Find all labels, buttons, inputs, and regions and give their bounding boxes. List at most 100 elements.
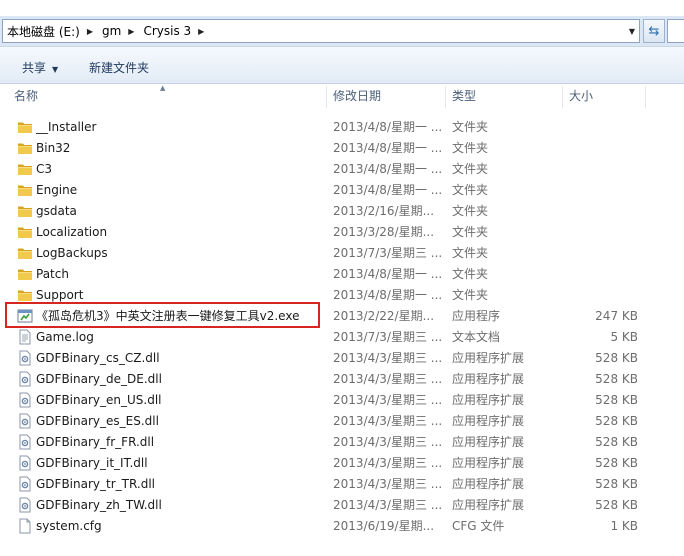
address-history-dropdown-icon[interactable]: ▼ [629,27,635,36]
file-type: 文件夹 [452,288,489,302]
file-modified-date: 2013/7/3/星期三 ... [333,246,441,260]
file-row[interactable]: Localization 2013/3/28/星期... 文件夹 [0,222,684,243]
refresh-button[interactable]: ⇆ [643,19,665,43]
file-type: 应用程序扩展 [452,456,525,470]
file-name: Bin32 [36,141,71,155]
dll-icon [17,434,33,450]
column-header-size[interactable]: 大小 [563,84,645,109]
file-name: Engine [36,183,78,197]
cfg-file-icon [17,518,33,534]
file-size: 5 KB [610,330,638,344]
file-row[interactable]: GDFBinary_es_ES.dll 2013/4/3/星期三 ... 应用程序扩… [0,411,684,432]
file-row[interactable]: Game.log 2013/7/3/星期三 ... 文本文档 5 KB [0,327,684,348]
file-size: 528 KB [595,414,638,428]
file-name: GDFBinary_es_ES.dll [36,414,159,428]
folder-icon [17,224,33,240]
file-modified-date: 2013/2/16/星期... [333,204,435,218]
file-row[interactable]: GDFBinary_fr_FR.dll 2013/4/3/星期三 ... 应用程序扩… [0,432,684,453]
file-row[interactable]: Patch 2013/4/8/星期一 ... 文件夹 [0,264,684,285]
dll-icon [17,455,33,471]
file-type: 应用程序扩展 [452,393,525,407]
address-bar-row: 本地磁盘 (E:) ▶ gm ▶ Crysis 3 ▶ ▼ ⇆ [0,16,684,46]
file-name: Localization [36,225,108,239]
file-type: 应用程序扩展 [452,414,525,428]
file-modified-date: 2013/4/8/星期一 ... [333,120,441,134]
file-type: 文件夹 [452,183,489,197]
column-header-date[interactable]: 修改日期 [327,84,445,109]
folder-icon [17,182,33,198]
file-modified-date: 2013/4/3/星期三 ... [333,372,441,386]
column-header-type[interactable]: 类型 [446,84,562,109]
file-row[interactable]: C3 2013/4/8/星期一 ... 文件夹 [0,159,684,180]
file-row[interactable]: system.cfg 2013/6/19/星期... CFG 文件 1 KB [0,516,684,537]
file-name: GDFBinary_en_US.dll [36,393,162,407]
chevron-down-icon: ▼ [52,65,59,74]
file-size [560,243,638,264]
breadcrumb-arrow-icon[interactable]: ▶ [198,27,204,36]
folder-icon [17,266,33,282]
file-size [560,159,638,180]
file-type: 应用程序扩展 [452,372,525,386]
folder-icon [17,161,33,177]
file-modified-date: 2013/4/8/星期一 ... [333,183,441,197]
file-type: 文件夹 [452,204,489,218]
dll-icon [17,497,33,513]
file-row[interactable]: GDFBinary_zh_TW.dll 2013/4/3/星期三 ... 应用程序扩… [0,495,684,516]
file-size [560,264,638,285]
file-row[interactable]: GDFBinary_cs_CZ.dll 2013/4/3/星期三 ... 应用程序扩… [0,348,684,369]
file-size [560,285,638,306]
breadcrumb-drive[interactable]: 本地磁盘 (E:) ▶ [7,23,102,40]
file-name: gsdata [36,204,77,218]
file-size: 528 KB [595,477,638,491]
dll-icon [17,476,33,492]
dll-icon [17,413,33,429]
file-type: 应用程序扩展 [452,351,525,365]
file-row[interactable]: Engine 2013/4/8/星期一 ... 文件夹 [0,180,684,201]
file-size [560,201,638,222]
breadcrumb-crysis3[interactable]: Crysis 3 ▶ [143,24,213,38]
file-row[interactable]: LogBackups 2013/7/3/星期三 ... 文件夹 [0,243,684,264]
file-size [560,180,638,201]
file-modified-date: 2013/4/3/星期三 ... [333,456,441,470]
file-row[interactable]: gsdata 2013/2/16/星期... 文件夹 [0,201,684,222]
file-name: __Installer [36,120,97,134]
file-row[interactable]: GDFBinary_de_DE.dll 2013/4/3/星期三 ... 应用程序扩… [0,369,684,390]
file-row[interactable]: GDFBinary_tr_TR.dll 2013/4/3/星期三 ... 应用程序扩… [0,474,684,495]
file-name: GDFBinary_de_DE.dll [36,372,162,386]
file-modified-date: 2013/4/8/星期一 ... [333,288,441,302]
text-file-icon [17,329,33,345]
file-row[interactable]: GDFBinary_en_US.dll 2013/4/3/星期三 ... 应用程序扩… [0,390,684,411]
column-header-name[interactable]: 名称 [8,84,326,109]
file-type: 文件夹 [452,267,489,281]
file-row[interactable]: __Installer 2013/4/8/星期一 ... 文件夹 [0,117,684,138]
folder-icon [17,140,33,156]
file-size: 528 KB [595,435,638,449]
breadcrumb-gm[interactable]: gm ▶ [102,24,143,38]
file-modified-date: 2013/4/3/星期三 ... [333,351,441,365]
breadcrumb-arrow-icon[interactable]: ▶ [128,27,134,36]
file-modified-date: 2013/4/3/星期三 ... [333,414,441,428]
file-name: GDFBinary_fr_FR.dll [36,435,155,449]
file-name: GDFBinary_it_IT.dll [36,456,148,470]
file-type: 文件夹 [452,120,489,134]
dll-icon [17,371,33,387]
file-type: 应用程序 [452,309,501,323]
search-input[interactable] [667,19,684,43]
folder-icon [17,287,33,303]
file-size: 528 KB [595,351,638,365]
folder-icon [17,203,33,219]
share-button[interactable]: 共享 ▼ [22,59,58,76]
file-row[interactable]: Bin32 2013/4/8/星期一 ... 文件夹 [0,138,684,159]
address-bar[interactable]: 本地磁盘 (E:) ▶ gm ▶ Crysis 3 ▶ ▼ [2,19,640,43]
file-name: Patch [36,267,69,281]
file-type: 应用程序扩展 [452,498,525,512]
file-type: 文件夹 [452,225,489,239]
breadcrumb-arrow-icon[interactable]: ▶ [87,27,93,36]
file-modified-date: 2013/4/8/星期一 ... [333,267,441,281]
highlight-annotation-box [5,302,320,328]
file-name: GDFBinary_zh_TW.dll [36,498,162,512]
file-row[interactable]: GDFBinary_it_IT.dll 2013/4/3/星期三 ... 应用程序扩… [0,453,684,474]
file-size: 1 KB [610,519,638,533]
new-folder-button[interactable]: 新建文件夹 [89,59,149,76]
column-divider[interactable] [645,86,646,108]
